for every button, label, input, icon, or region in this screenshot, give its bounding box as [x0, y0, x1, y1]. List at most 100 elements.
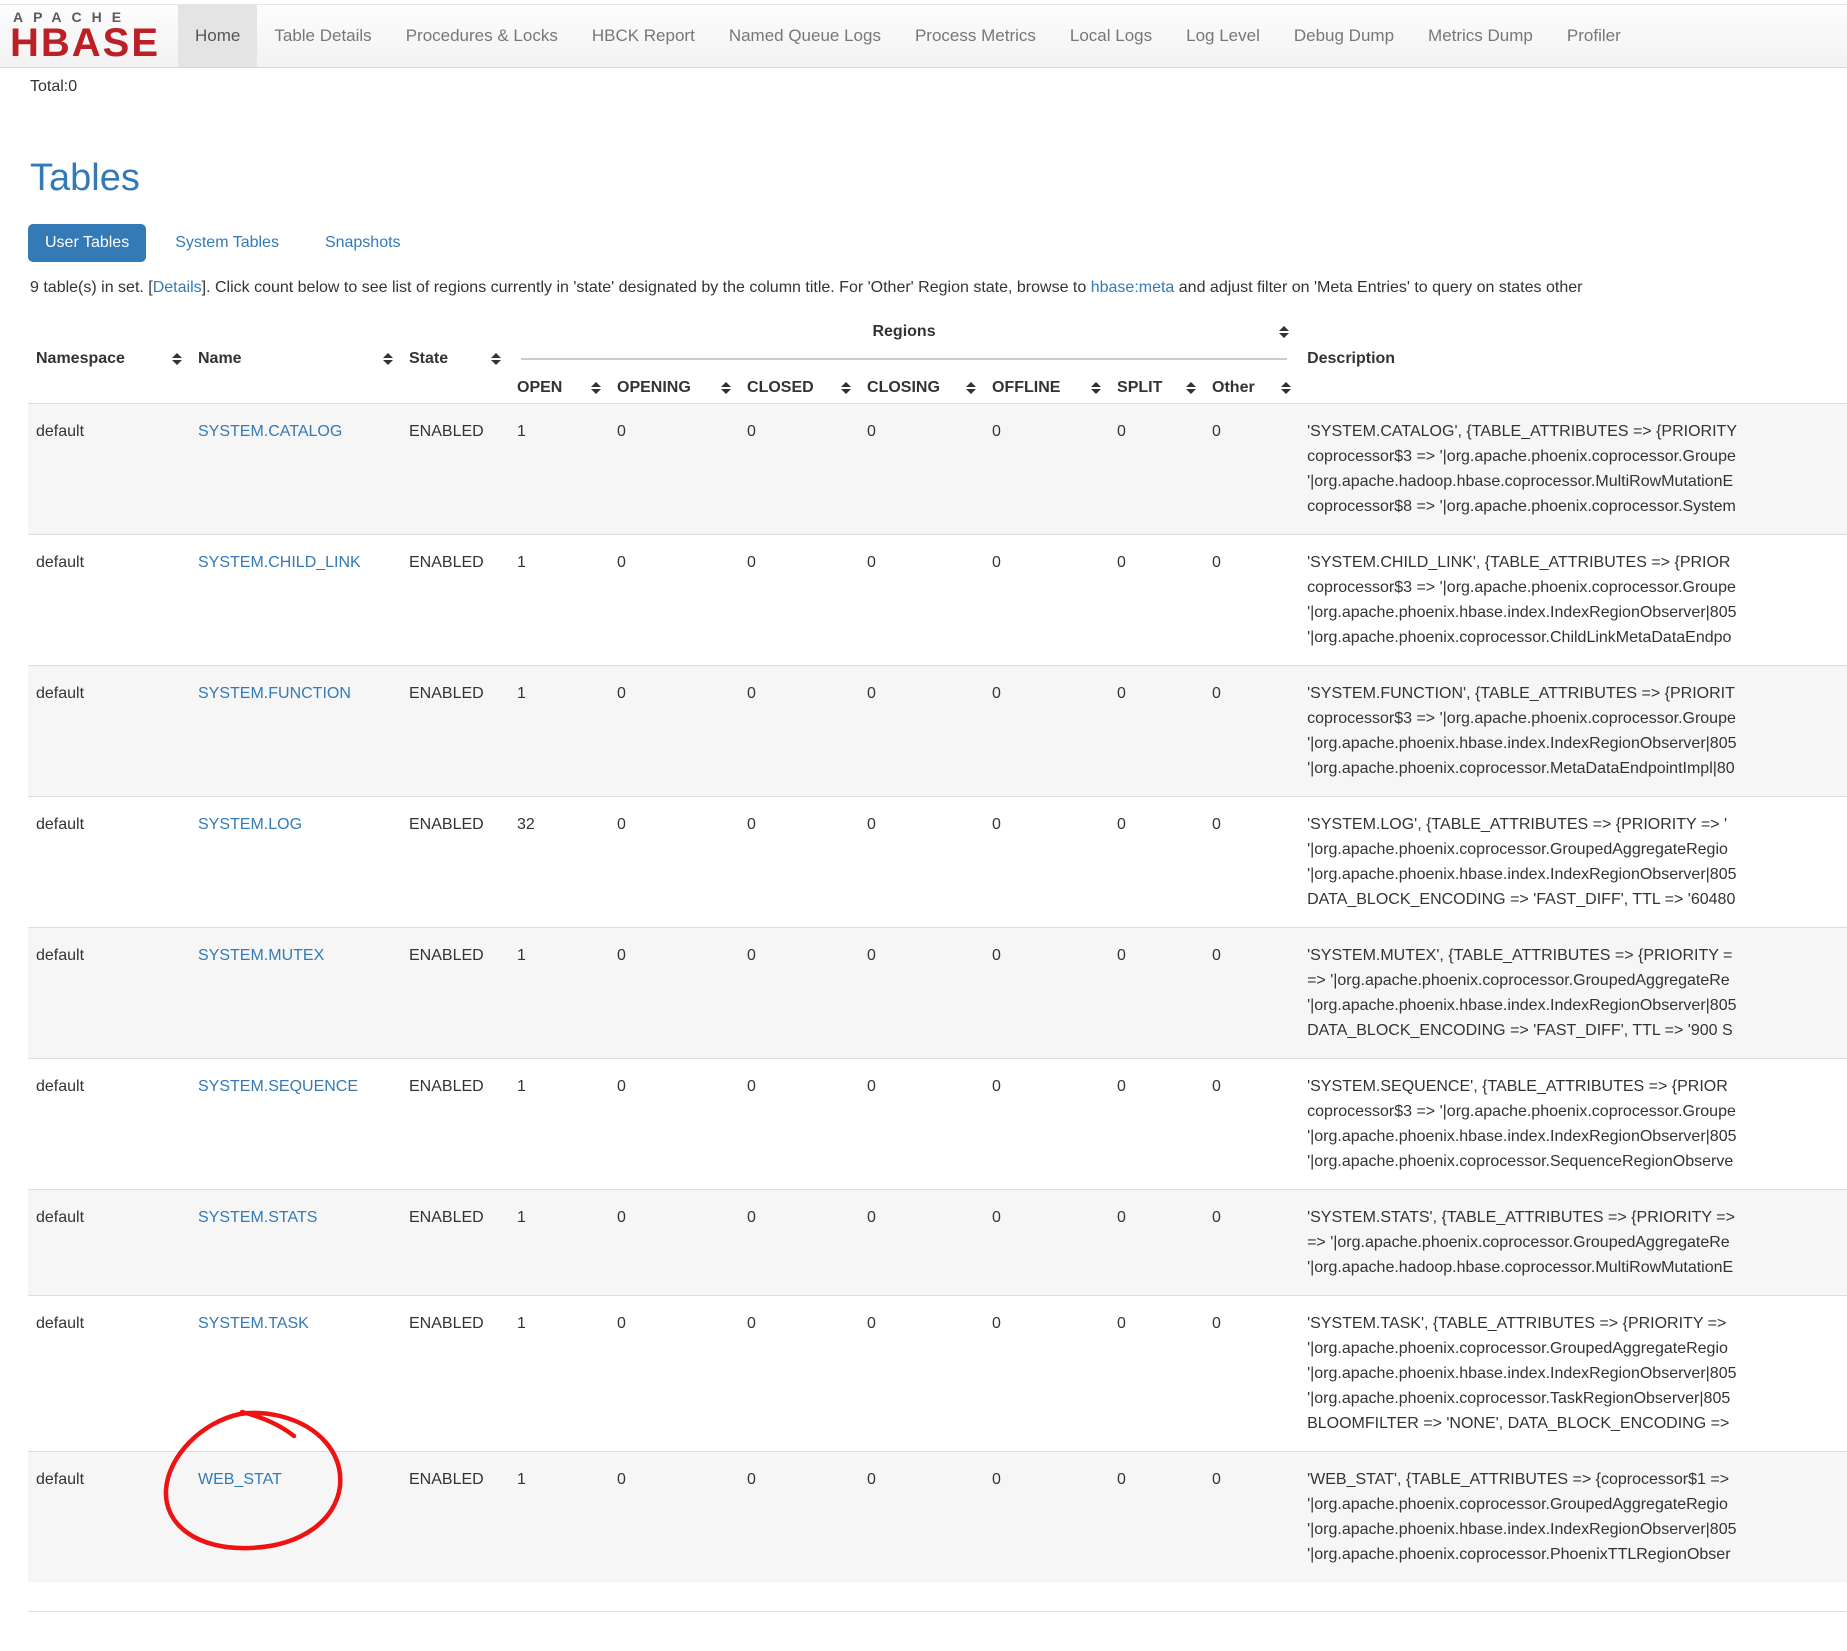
region-count-other[interactable]: 0: [1204, 1189, 1299, 1295]
nav-item-metrics-dump[interactable]: Metrics Dump: [1411, 5, 1550, 67]
region-column-header-split[interactable]: SPLIT: [1109, 373, 1204, 403]
region-count-open[interactable]: 1: [509, 1189, 609, 1295]
region-count-closed[interactable]: 0: [739, 1295, 859, 1451]
table-name-link[interactable]: SYSTEM.MUTEX: [198, 947, 324, 964]
region-count-open[interactable]: 1: [509, 1058, 609, 1189]
region-count-split[interactable]: 0: [1109, 1058, 1204, 1189]
tab-user-tables[interactable]: User Tables: [28, 224, 146, 262]
region-count-split[interactable]: 0: [1109, 1189, 1204, 1295]
region-column-header-offline[interactable]: OFFLINE: [984, 373, 1109, 403]
region-count-closed[interactable]: 0: [739, 796, 859, 927]
hbase-meta-link[interactable]: hbase:meta: [1091, 279, 1175, 296]
table-name-link[interactable]: SYSTEM.LOG: [198, 816, 302, 833]
region-count-opening[interactable]: 0: [609, 665, 739, 796]
sort-icon[interactable]: [591, 382, 601, 394]
sort-icon[interactable]: [1279, 326, 1289, 338]
nav-item-process-metrics[interactable]: Process Metrics: [898, 5, 1053, 67]
region-count-opening[interactable]: 0: [609, 796, 739, 927]
region-count-split[interactable]: 0: [1109, 927, 1204, 1058]
nav-item-hbck-report[interactable]: HBCK Report: [575, 5, 712, 67]
region-count-opening[interactable]: 0: [609, 403, 739, 534]
region-count-split[interactable]: 0: [1109, 1451, 1204, 1582]
region-count-closing[interactable]: 0: [859, 796, 984, 927]
table-name-link[interactable]: WEB_STAT: [198, 1471, 282, 1488]
table-name-link[interactable]: SYSTEM.SEQUENCE: [198, 1078, 358, 1095]
region-count-split[interactable]: 0: [1109, 1295, 1204, 1451]
table-name-link[interactable]: SYSTEM.TASK: [198, 1315, 309, 1332]
region-column-header-opening[interactable]: OPENING: [609, 373, 739, 403]
sort-icon[interactable]: [491, 353, 501, 365]
nav-item-procedures-locks[interactable]: Procedures & Locks: [389, 5, 575, 67]
region-count-other[interactable]: 0: [1204, 1451, 1299, 1582]
region-count-open[interactable]: 32: [509, 796, 609, 927]
region-count-opening[interactable]: 0: [609, 1451, 739, 1582]
region-count-offline[interactable]: 0: [984, 796, 1109, 927]
region-count-offline[interactable]: 0: [984, 1295, 1109, 1451]
region-column-header-open[interactable]: OPEN: [509, 373, 609, 403]
region-count-closing[interactable]: 0: [859, 534, 984, 665]
region-count-split[interactable]: 0: [1109, 796, 1204, 927]
region-count-closing[interactable]: 0: [859, 403, 984, 534]
sort-icon[interactable]: [721, 382, 731, 394]
column-header-namespace[interactable]: Namespace: [28, 345, 190, 373]
tab-system-tables[interactable]: System Tables: [158, 224, 296, 262]
region-count-opening[interactable]: 0: [609, 1189, 739, 1295]
nav-item-named-queue-logs[interactable]: Named Queue Logs: [712, 5, 898, 67]
region-count-other[interactable]: 0: [1204, 1295, 1299, 1451]
region-count-other[interactable]: 0: [1204, 796, 1299, 927]
region-count-offline[interactable]: 0: [984, 534, 1109, 665]
region-count-closed[interactable]: 0: [739, 927, 859, 1058]
region-count-closing[interactable]: 0: [859, 1451, 984, 1582]
sort-icon[interactable]: [1091, 382, 1101, 394]
table-name-link[interactable]: SYSTEM.STATS: [198, 1209, 317, 1226]
region-column-header-other[interactable]: Other: [1204, 373, 1299, 403]
hbase-logo[interactable]: APACHE HBASE: [0, 5, 178, 67]
region-count-closed[interactable]: 0: [739, 403, 859, 534]
sort-icon[interactable]: [1186, 382, 1196, 394]
nav-item-debug-dump[interactable]: Debug Dump: [1277, 5, 1411, 67]
region-count-other[interactable]: 0: [1204, 665, 1299, 796]
region-count-offline[interactable]: 0: [984, 927, 1109, 1058]
sort-icon[interactable]: [172, 353, 182, 365]
region-count-closing[interactable]: 0: [859, 665, 984, 796]
region-count-opening[interactable]: 0: [609, 534, 739, 665]
region-count-closing[interactable]: 0: [859, 1058, 984, 1189]
table-name-link[interactable]: SYSTEM.CATALOG: [198, 423, 342, 440]
region-count-closed[interactable]: 0: [739, 1058, 859, 1189]
region-count-open[interactable]: 1: [509, 665, 609, 796]
nav-item-local-logs[interactable]: Local Logs: [1053, 5, 1169, 67]
region-count-closed[interactable]: 0: [739, 534, 859, 665]
region-count-open[interactable]: 1: [509, 1451, 609, 1582]
region-column-header-closed[interactable]: CLOSED: [739, 373, 859, 403]
tab-snapshots[interactable]: Snapshots: [308, 224, 418, 262]
region-count-offline[interactable]: 0: [984, 1451, 1109, 1582]
region-count-open[interactable]: 1: [509, 1295, 609, 1451]
sort-icon[interactable]: [966, 382, 976, 394]
region-count-closed[interactable]: 0: [739, 665, 859, 796]
region-count-open[interactable]: 1: [509, 534, 609, 665]
region-count-closed[interactable]: 0: [739, 1189, 859, 1295]
region-count-offline[interactable]: 0: [984, 1189, 1109, 1295]
column-header-name[interactable]: Name: [190, 345, 401, 373]
nav-item-home[interactable]: Home: [178, 5, 257, 67]
table-name-link[interactable]: SYSTEM.CHILD_LINK: [198, 554, 361, 571]
region-count-open[interactable]: 1: [509, 403, 609, 534]
region-count-opening[interactable]: 0: [609, 927, 739, 1058]
region-count-offline[interactable]: 0: [984, 665, 1109, 796]
region-count-offline[interactable]: 0: [984, 1058, 1109, 1189]
details-link[interactable]: Details: [153, 279, 202, 296]
nav-item-log-level[interactable]: Log Level: [1169, 5, 1277, 67]
nav-item-profiler[interactable]: Profiler: [1550, 5, 1638, 67]
region-count-other[interactable]: 0: [1204, 534, 1299, 665]
region-count-split[interactable]: 0: [1109, 665, 1204, 796]
region-count-opening[interactable]: 0: [609, 1295, 739, 1451]
region-count-open[interactable]: 1: [509, 927, 609, 1058]
nav-item-table-details[interactable]: Table Details: [257, 5, 388, 67]
region-count-split[interactable]: 0: [1109, 403, 1204, 534]
region-column-header-closing[interactable]: CLOSING: [859, 373, 984, 403]
sort-icon[interactable]: [841, 382, 851, 394]
column-header-state[interactable]: State: [401, 345, 509, 373]
region-count-opening[interactable]: 0: [609, 1058, 739, 1189]
region-count-other[interactable]: 0: [1204, 403, 1299, 534]
region-count-other[interactable]: 0: [1204, 927, 1299, 1058]
